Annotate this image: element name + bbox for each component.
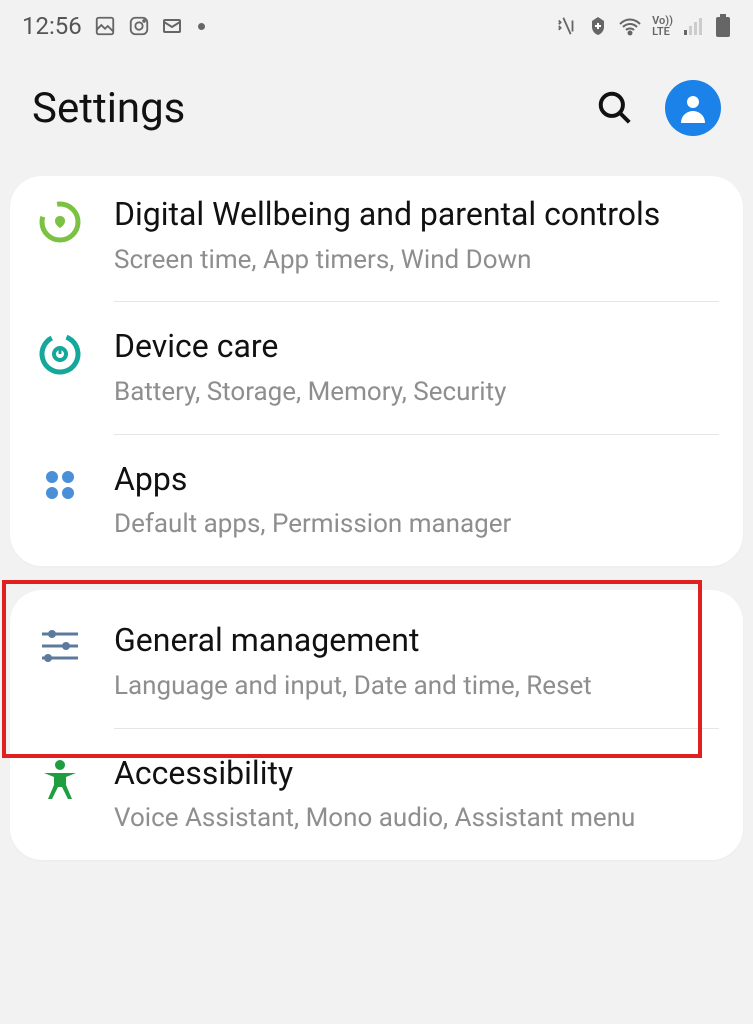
item-title: Digital Wellbeing and parental controls: [114, 194, 719, 236]
settings-group-2: General management Language and input, D…: [10, 590, 743, 860]
apps-icon: [40, 465, 80, 505]
wifi-icon: [618, 16, 642, 36]
item-subtitle: Default apps, Permission manager: [114, 508, 719, 542]
item-title: General management: [114, 620, 719, 662]
battery-icon: [715, 14, 731, 38]
search-button[interactable]: [593, 86, 637, 130]
item-title: Accessibility: [114, 753, 719, 795]
mail-icon: [162, 16, 186, 36]
vibrate-icon: [556, 15, 578, 37]
search-icon: [596, 89, 634, 127]
item-title: Device care: [114, 326, 719, 368]
page-title: Settings: [32, 84, 185, 133]
wellbeing-icon: [38, 200, 82, 244]
image-icon: [94, 15, 116, 37]
settings-group-1: Digital Wellbeing and parental controls …: [10, 176, 743, 566]
volte-icon: Vo))LTE: [652, 15, 673, 37]
item-subtitle: Battery, Storage, Memory, Security: [114, 376, 719, 410]
settings-item-devicecare[interactable]: Device care Battery, Storage, Memory, Se…: [10, 302, 743, 433]
accessibility-icon: [40, 759, 80, 803]
item-subtitle: Screen time, App timers, Wind Down: [114, 244, 719, 278]
sliders-icon: [38, 626, 82, 666]
signal-icon: [683, 16, 705, 36]
devicecare-icon: [38, 332, 82, 376]
item-subtitle: Language and input, Date and time, Reset: [114, 670, 719, 704]
instagram-icon: [128, 15, 150, 37]
status-time: 12:56: [22, 12, 82, 40]
status-bar: 12:56 Vo))LTE: [0, 0, 753, 48]
notification-dot-icon: [198, 23, 205, 30]
person-icon: [675, 90, 711, 126]
item-subtitle: Voice Assistant, Mono audio, Assistant m…: [114, 802, 719, 836]
settings-item-accessibility[interactable]: Accessibility Voice Assistant, Mono audi…: [10, 729, 743, 860]
settings-item-wellbeing[interactable]: Digital Wellbeing and parental controls …: [10, 176, 743, 301]
item-title: Apps: [114, 459, 719, 501]
data-saver-icon: [588, 15, 608, 37]
settings-item-apps[interactable]: Apps Default apps, Permission manager: [10, 435, 743, 566]
settings-header: Settings: [0, 48, 753, 176]
settings-item-general[interactable]: General management Language and input, D…: [10, 590, 743, 727]
profile-button[interactable]: [665, 80, 721, 136]
